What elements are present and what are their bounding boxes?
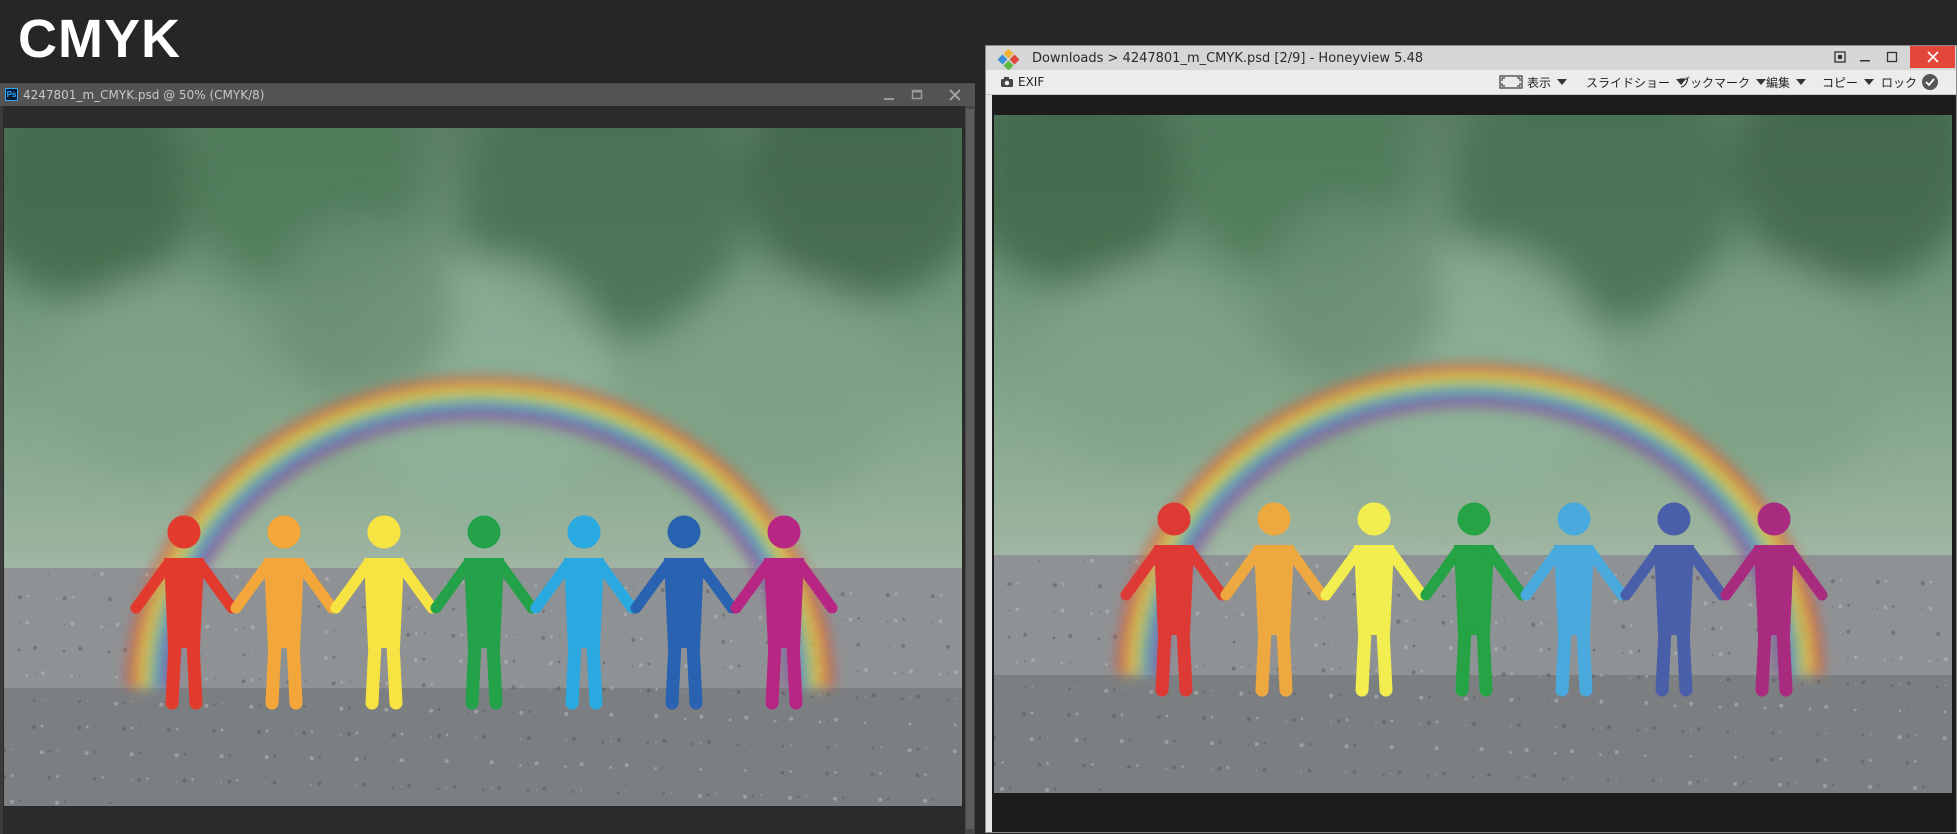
minimize-icon — [1860, 60, 1870, 62]
camera-icon — [1001, 77, 1013, 87]
fit-window-button[interactable] — [1827, 46, 1853, 68]
fit-screen-icon — [1834, 51, 1846, 63]
honeyview-window-title: Downloads > 4247801_m_CMYK.psd [2/9] - H… — [1032, 51, 1424, 66]
view-menu-label: 表示 — [1527, 75, 1552, 90]
maximize-icon — [1886, 51, 1898, 63]
photoshop-titlebar[interactable]: Ps 4247801_m_CMYK.psd @ 50% (CMYK/8) — [0, 84, 975, 106]
view-menu[interactable]: 表示 — [1499, 70, 1568, 94]
maximize-button[interactable] — [1879, 46, 1905, 68]
photoshop-app-icon: Ps — [5, 88, 18, 101]
dropdown-arrow-icon — [1756, 79, 1767, 85]
page-title: CMYK — [18, 9, 181, 69]
edit-menu[interactable]: 編集 — [1766, 70, 1807, 94]
honeyview-titlebar[interactable]: Downloads > 4247801_m_CMYK.psd [2/9] - H… — [986, 46, 1956, 71]
slideshow-menu-label: スライドショー — [1586, 75, 1671, 90]
foliage-background — [4, 128, 962, 518]
exif-button[interactable]: EXIF — [1000, 70, 1044, 94]
bookmark-menu[interactable]: ブックマーク — [1678, 70, 1767, 94]
close-button[interactable] — [1910, 46, 1955, 68]
photoshop-document-title: 4247801_m_CMYK.psd @ 50% (CMYK/8) — [23, 88, 265, 102]
dropdown-arrow-icon — [1796, 79, 1807, 85]
dropdown-arrow-icon — [1557, 79, 1568, 85]
close-button[interactable] — [942, 85, 968, 105]
edit-menu-label: 編集 — [1766, 75, 1791, 90]
photo-scene — [4, 128, 962, 806]
close-icon — [949, 89, 961, 101]
copy-menu[interactable]: コピー — [1822, 70, 1875, 94]
exif-label: EXIF — [1018, 75, 1045, 89]
photoshop-document-window: Ps 4247801_m_CMYK.psd @ 50% (CMYK/8) — [0, 83, 975, 834]
slideshow-menu[interactable]: スライドショー — [1586, 70, 1687, 94]
maximize-button[interactable] — [904, 85, 930, 105]
screen-size-icon — [1499, 75, 1523, 89]
lock-label: ロック — [1881, 75, 1918, 90]
honeyview-window: Downloads > 4247801_m_CMYK.psd [2/9] - H… — [985, 45, 1957, 833]
honeyview-toolbar: EXIF 表示 スライドショー ブックマーク 編集 コピー ロック — [986, 70, 1956, 95]
close-icon — [1926, 51, 1939, 63]
maximize-icon — [911, 89, 923, 100]
minimize-button[interactable] — [876, 85, 902, 105]
photo-scene — [994, 115, 1952, 793]
copy-menu-label: コピー — [1822, 75, 1859, 90]
photoshop-canvas-area[interactable] — [3, 106, 965, 834]
viewer-image — [994, 115, 1952, 793]
vertical-scrollbar[interactable] — [965, 106, 975, 834]
document-image — [4, 128, 962, 806]
honeyview-image-area[interactable] — [992, 95, 1955, 832]
dropdown-arrow-icon — [1864, 79, 1875, 85]
bookmark-menu-label: ブックマーク — [1678, 75, 1751, 90]
minimize-button[interactable] — [1852, 46, 1878, 68]
scrollbar-thumb[interactable] — [966, 109, 974, 829]
minimize-icon — [884, 98, 894, 100]
foliage-background — [994, 115, 1952, 505]
honeyview-logo-icon — [997, 49, 1019, 71]
check-circle-icon — [1922, 74, 1939, 90]
lock-button[interactable]: ロック — [1881, 70, 1939, 94]
